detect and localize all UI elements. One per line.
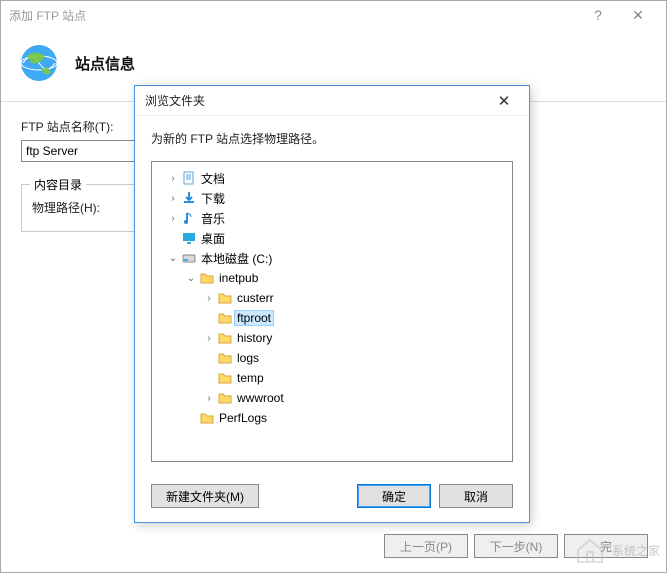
close-main-button[interactable]: ✕ [618, 7, 658, 24]
close-dialog-button[interactable]: ✕ [489, 92, 519, 110]
main-titlebar: 添加 FTP 站点 ? ✕ [1, 1, 666, 29]
chevron-right-icon[interactable]: › [202, 293, 216, 304]
tree-item[interactable]: ⌄ 本地磁盘 (C:) [158, 248, 506, 268]
folder-icon [216, 350, 234, 366]
dialog-title: 浏览文件夹 [145, 92, 489, 109]
dialog-titlebar: 浏览文件夹 ✕ [135, 86, 529, 116]
tree-item[interactable]: › 下载 [158, 188, 506, 208]
chevron-right-icon[interactable]: › [166, 193, 180, 204]
tree-item[interactable]: › 音乐 [158, 208, 506, 228]
folder-icon [198, 270, 216, 286]
tree-item-label: 音乐 [198, 209, 228, 228]
tree-item-label: ftproot [234, 310, 274, 326]
chevron-down-icon[interactable]: ⌄ [166, 253, 180, 264]
content-dir-fieldset: 内容目录 物理路径(H): [21, 184, 151, 232]
tree-item[interactable]: › wwwroot [158, 388, 506, 408]
folder-icon [216, 330, 234, 346]
physical-path-label: 物理路径(H): [32, 199, 140, 216]
tree-item[interactable]: temp [158, 368, 506, 388]
tree-item-label: 本地磁盘 (C:) [198, 249, 275, 268]
doc-icon [180, 170, 198, 186]
folder-tree[interactable]: ›文档›下载›音乐桌面⌄本地磁盘 (C:)⌄inetpub›custerrftp… [151, 161, 513, 462]
tree-item-label: custerr [234, 290, 277, 306]
folder-icon [216, 310, 234, 326]
wizard-heading: 站点信息 [75, 53, 135, 74]
tree-item-label: history [234, 330, 275, 346]
disk-icon [180, 250, 198, 266]
tree-item[interactable]: › 文档 [158, 168, 506, 188]
tree-item-label: PerfLogs [216, 410, 270, 426]
dialog-prompt: 为新的 FTP 站点选择物理路径。 [151, 130, 513, 147]
folder-icon [216, 390, 234, 406]
ok-button[interactable]: 确定 [357, 484, 431, 508]
folder-icon [216, 290, 234, 306]
wizard-buttons: 上一页(P) 下一步(N) 完 [384, 534, 648, 558]
tree-item[interactable]: PerfLogs [158, 408, 506, 428]
back-button[interactable]: 上一页(P) [384, 534, 468, 558]
tree-item-label: temp [234, 370, 267, 386]
help-button[interactable]: ? [578, 7, 618, 23]
chevron-right-icon[interactable]: › [166, 213, 180, 224]
folder-icon [216, 370, 234, 386]
tree-item[interactable]: ftproot [158, 308, 506, 328]
chevron-right-icon[interactable]: › [166, 173, 180, 184]
tree-item-label: 文档 [198, 169, 228, 188]
tree-item-label: wwwroot [234, 390, 287, 406]
dialog-body: 为新的 FTP 站点选择物理路径。 ›文档›下载›音乐桌面⌄本地磁盘 (C:)⌄… [135, 116, 529, 472]
new-folder-button[interactable]: 新建文件夹(M) [151, 484, 259, 508]
tree-item[interactable]: 桌面 [158, 228, 506, 248]
chevron-right-icon[interactable]: › [202, 393, 216, 404]
globe-icon [17, 41, 61, 85]
dialog-buttons: 新建文件夹(M) 确定 取消 [135, 472, 529, 522]
download-icon [180, 190, 198, 206]
tree-item-label: logs [234, 350, 262, 366]
cancel-button[interactable]: 取消 [439, 484, 513, 508]
tree-item[interactable]: › history [158, 328, 506, 348]
tree-item-label: inetpub [216, 270, 261, 286]
browse-folder-dialog: 浏览文件夹 ✕ 为新的 FTP 站点选择物理路径。 ›文档›下载›音乐桌面⌄本地… [134, 85, 530, 523]
folder-icon [198, 410, 216, 426]
tree-item[interactable]: ⌄ inetpub [158, 268, 506, 288]
tree-item[interactable]: › custerr [158, 288, 506, 308]
finish-button[interactable]: 完 [564, 534, 648, 558]
content-dir-legend: 内容目录 [30, 176, 86, 193]
desktop-icon [180, 230, 198, 246]
chevron-right-icon[interactable]: › [202, 333, 216, 344]
tree-item-label: 桌面 [198, 229, 228, 248]
music-icon [180, 210, 198, 226]
tree-item-label: 下载 [198, 189, 228, 208]
tree-item[interactable]: logs [158, 348, 506, 368]
next-button[interactable]: 下一步(N) [474, 534, 558, 558]
main-title: 添加 FTP 站点 [9, 7, 578, 24]
chevron-down-icon[interactable]: ⌄ [184, 273, 198, 284]
add-ftp-site-window: 添加 FTP 站点 ? ✕ 站点信息 FTP 站点名称(T): 内容目录 物理路… [0, 0, 667, 573]
